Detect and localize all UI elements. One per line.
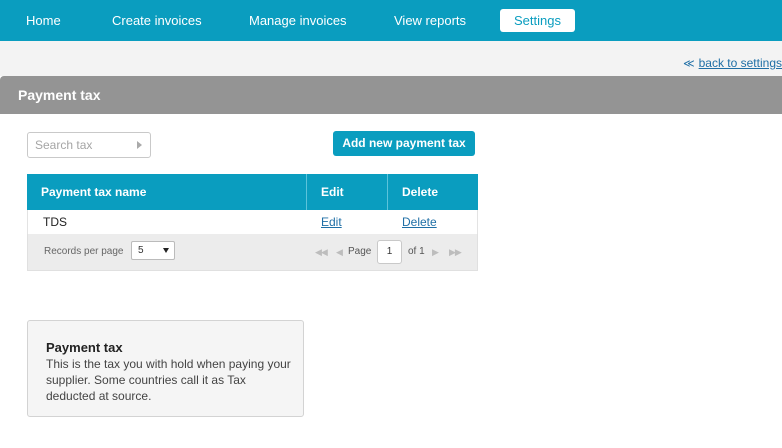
- back-to-settings-label: back to settings: [698, 56, 782, 70]
- nav-view-reports[interactable]: View reports: [394, 10, 466, 32]
- back-to-settings-link[interactable]: ≪ back to settings: [683, 56, 782, 70]
- page-number-input[interactable]: 1: [377, 240, 402, 264]
- top-nav: Home Create invoices Manage invoices Vie…: [0, 0, 782, 41]
- payment-tax-table: Payment tax name Edit Delete TDS Edit De…: [27, 174, 478, 271]
- info-text: This is the tax you with hold when payin…: [46, 357, 291, 403]
- records-per-page-label: Records per page: [44, 246, 124, 257]
- nav-settings[interactable]: Settings: [500, 9, 575, 32]
- info-title: Payment tax: [46, 340, 123, 355]
- records-per-page-value: 5: [138, 245, 144, 256]
- edit-link[interactable]: Edit: [321, 215, 342, 229]
- column-divider: [387, 174, 388, 210]
- nav-home[interactable]: Home: [26, 10, 61, 32]
- search-box: [27, 132, 151, 158]
- search-arrow-icon[interactable]: [137, 141, 142, 149]
- search-input[interactable]: [28, 133, 135, 157]
- column-divider: [306, 174, 307, 210]
- double-chevron-left-icon: ≪: [683, 58, 695, 70]
- page-label: Page: [348, 246, 372, 257]
- last-page-icon[interactable]: ▶▶: [449, 247, 462, 258]
- first-page-icon[interactable]: ◀◀: [315, 247, 328, 258]
- column-header-edit[interactable]: Edit: [321, 174, 344, 210]
- page-count-label: of 1: [408, 246, 425, 257]
- delete-link[interactable]: Delete: [402, 215, 437, 229]
- table-header: Payment tax name Edit Delete: [27, 174, 478, 210]
- nav-create-invoices[interactable]: Create invoices: [112, 10, 202, 32]
- page-header-bar: Payment tax: [0, 76, 782, 114]
- column-header-delete[interactable]: Delete: [402, 174, 438, 210]
- tax-name-cell: TDS: [43, 215, 67, 229]
- page-title: Payment tax: [18, 87, 101, 103]
- previous-page-icon[interactable]: ◀: [336, 247, 343, 258]
- table-row: TDS Edit Delete: [27, 210, 478, 234]
- nav-manage-invoices[interactable]: Manage invoices: [249, 10, 347, 32]
- column-header-payment-tax-name[interactable]: Payment tax name: [41, 174, 146, 210]
- chevron-down-icon: [163, 248, 169, 253]
- sub-bar: [0, 41, 782, 76]
- table-pager: Records per page 5 ◀◀ ◀ Page 1 of 1 ▶ ▶▶: [27, 234, 478, 271]
- next-page-icon[interactable]: ▶: [432, 247, 439, 258]
- records-per-page-select[interactable]: 5: [131, 241, 175, 260]
- add-new-payment-tax-button[interactable]: Add new payment tax: [333, 131, 475, 156]
- info-box: Payment tax This is the tax you with hol…: [27, 320, 304, 417]
